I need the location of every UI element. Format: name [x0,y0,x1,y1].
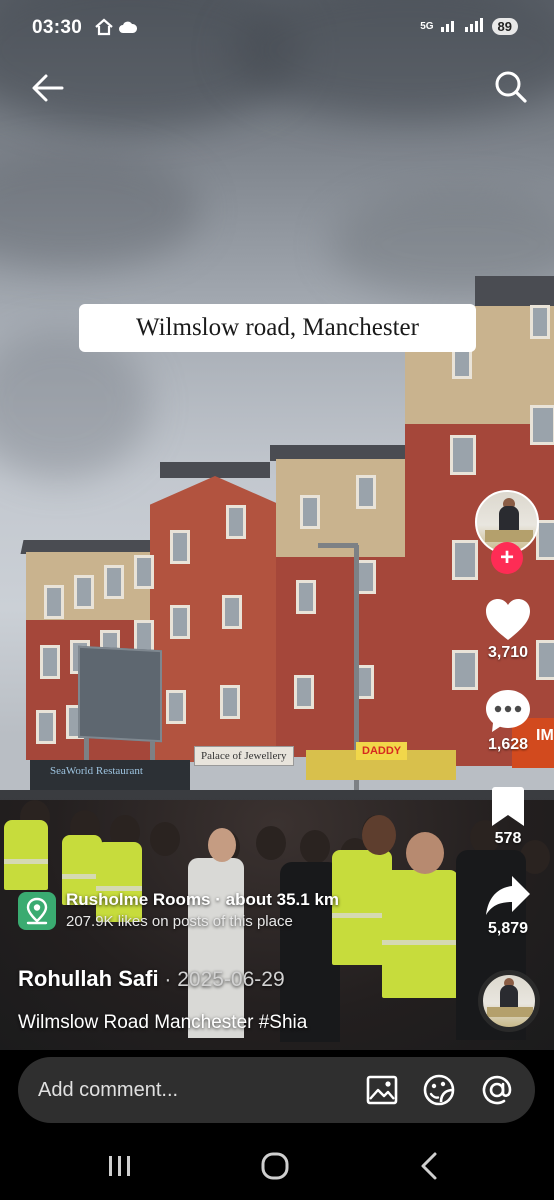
back-button[interactable] [30,70,66,106]
location-pin-icon [18,892,56,930]
image-icon[interactable] [364,1072,400,1108]
comment-bubble-icon [486,690,530,732]
sticker-icon[interactable] [421,1072,457,1108]
post-description[interactable]: Wilmslow Road Manchester #Shia [18,1012,307,1034]
search-button[interactable] [492,68,530,106]
author-row: Rohullah Safi · 2025-06-29 [18,966,285,992]
cloud-house-icon [118,18,138,41]
shop-sign-jewellery: Palace of Jewellery [194,746,294,766]
comment-input[interactable]: Add comment... [38,1057,338,1123]
home-circle-icon [261,1152,289,1180]
status-bar: 03:30 5G 89 [0,0,554,56]
chevron-left-icon [421,1152,437,1180]
comment-bar: Add comment... [18,1057,535,1123]
mention-icon[interactable] [479,1072,515,1108]
system-nav-bar [0,1130,554,1200]
share-arrow-icon [486,876,530,915]
shop-sign-restaurant: SeaWorld Restaurant [44,762,149,780]
person-white-shirt [188,858,244,1038]
save-count: 578 [494,830,522,847]
plus-icon: + [499,544,514,571]
like-button[interactable]: 3,710 [470,598,546,662]
wifi-signal-icon [464,18,486,35]
recent-apps-icon [109,1156,130,1176]
shop-sign-daddy: DADDY [356,742,408,760]
video-caption-text: Wilmslow road, Manchester [136,314,419,341]
signal-icon [440,18,458,35]
steward-vest [382,870,458,998]
post-date: · 2025-06-29 [158,968,285,991]
network-type: 5G [420,21,434,32]
place-link[interactable]: Rusholme Rooms · about 35.1 km 207.9K li… [18,890,339,944]
video-caption-overlay: Wilmslow road, Manchester [79,304,476,352]
author-name[interactable]: Rohullah Safi [18,966,159,991]
share-count: 5,879 [487,920,529,937]
status-time: 03:30 [32,17,83,38]
home-button[interactable] [255,1148,295,1184]
like-count: 3,710 [487,644,529,661]
search-icon [495,71,527,103]
place-separator: · [210,890,226,909]
share-button[interactable]: 5,879 [470,874,546,938]
arrow-left-icon [32,74,64,102]
save-button[interactable]: 578 [470,784,546,848]
comment-count: 1,628 [487,736,529,753]
recent-apps-button[interactable] [100,1148,140,1184]
music-disc[interactable] [478,970,540,1032]
road-sign [78,645,162,743]
steward-vest [4,820,48,890]
house-icon [94,18,114,41]
battery-indicator: 89 [491,18,518,35]
place-distance: about 35.1 km [225,890,340,909]
follow-button[interactable]: + [491,542,523,574]
place-name: Rusholme Rooms [66,890,211,909]
bookmark-icon [492,787,524,826]
comment-button[interactable]: 1,628 [470,688,546,754]
place-likes-subtitle: 207.9K likes on posts of this place [66,913,293,930]
heart-icon [486,599,530,640]
back-nav-button[interactable] [410,1148,450,1184]
